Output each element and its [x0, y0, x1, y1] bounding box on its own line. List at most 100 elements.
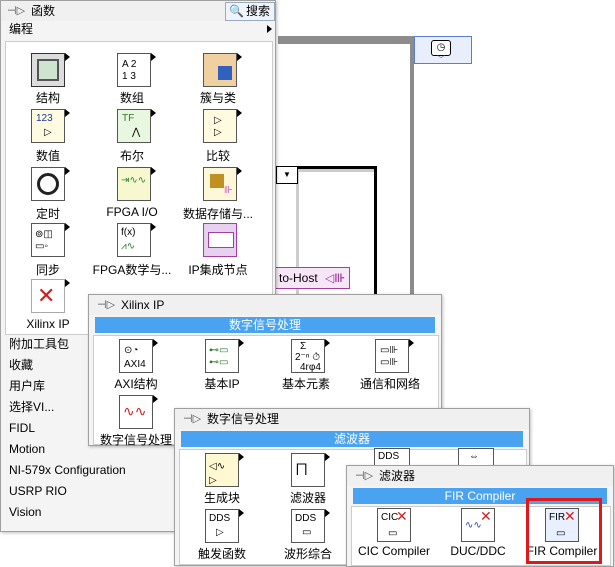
- generator-icon: ◁∿ ▷: [205, 453, 244, 487]
- palette-titlebar: ⊣▷ 滤波器: [347, 466, 613, 486]
- partial-tile-resample[interactable]: ⇔: [458, 448, 494, 465]
- basic-ip-icon: ⊷▭ ⊷▭: [205, 339, 244, 373]
- tile-xilinx-ip[interactable]: ✕ Xilinx IP: [3, 275, 93, 331]
- pin-icon[interactable]: ⊣▷: [355, 469, 373, 483]
- tile-synchronization[interactable]: ⊚◫ ▭◦ 同步: [3, 219, 93, 277]
- fifo-label: to-Host: [279, 271, 318, 285]
- tile-array[interactable]: A 21 3 数组: [87, 47, 177, 105]
- tile-duc-ddc[interactable]: ∿∿ ✕ DUC/DDC: [433, 504, 523, 560]
- timed-loop-node[interactable]: ◷ ﹀: [414, 36, 472, 64]
- boolean-icon: TF ⋀: [117, 109, 156, 143]
- palette-titlebar: ⊣▷ Xilinx IP: [89, 295, 441, 315]
- tile-comparison[interactable]: ▷ ▷ 比较: [173, 105, 263, 163]
- tile-label: 簇与类: [199, 91, 236, 105]
- palette-subheader: 数字信号处理: [95, 317, 435, 333]
- fifo-arrow-icon: ◁⊪: [325, 271, 346, 285]
- list-item-motion[interactable]: Motion: [9, 439, 45, 459]
- palette-title: 滤波器: [379, 469, 416, 483]
- list-item-fidl[interactable]: FIDL: [9, 418, 35, 438]
- list-item-favorites[interactable]: 收藏: [9, 355, 33, 375]
- list-item-user-libraries[interactable]: 用户库: [9, 376, 45, 396]
- tile-waveform-synthesis[interactable]: DDS ▭ 波形综合: [263, 505, 353, 561]
- tile-label: IP集成节点: [188, 263, 248, 277]
- tile-fpga-math[interactable]: f(x) ⩘∿ FPGA数学与...: [87, 219, 177, 277]
- tile-label: 数值: [35, 149, 60, 163]
- tile-label: 布尔: [119, 149, 144, 163]
- tile-label: 基本IP: [204, 377, 240, 391]
- axi-icon: ⊙◔ AXI4: [119, 339, 158, 373]
- data-storage-icon: ⊪: [203, 167, 242, 201]
- tile-cic-compiler[interactable]: CIC ✕ ▭ CIC Compiler: [349, 504, 439, 560]
- network-icon: ▭⊪ ▭⊪: [375, 339, 414, 373]
- partial-tile-dds[interactable]: DDS: [374, 448, 410, 465]
- tile-label: FPGA数学与...: [92, 263, 172, 277]
- cluster-icon: [203, 53, 242, 87]
- synchronization-icon: ⊚◫ ▭◦: [31, 223, 70, 257]
- search-label: 搜索: [246, 4, 271, 18]
- array-icon: A 21 3: [117, 53, 156, 87]
- category-programming[interactable]: 编程: [9, 21, 33, 37]
- tile-ip-integration-node[interactable]: IP集成节点: [173, 219, 263, 277]
- filter-response-icon: ⨅: [291, 453, 330, 487]
- pin-icon[interactable]: ⊣▷: [7, 4, 25, 18]
- palette-title: Xilinx IP: [121, 298, 165, 312]
- fifo-node[interactable]: to-Host ◁⊪: [272, 267, 350, 289]
- cic-compiler-icon: CIC ✕ ▭: [377, 508, 411, 542]
- tile-cluster-class[interactable]: 簇与类: [173, 47, 263, 105]
- list-item-ni579x[interactable]: NI-579x Configuration: [9, 460, 126, 480]
- tile-numeric[interactable]: 123 ▷ 数值: [3, 105, 93, 163]
- pin-icon[interactable]: ⊣▷: [183, 412, 201, 426]
- numeric-icon: 123 ▷: [31, 109, 70, 143]
- tile-filters[interactable]: ⨅ 滤波器: [263, 449, 353, 505]
- pin-icon[interactable]: ⊣▷: [97, 298, 115, 312]
- tile-label: 波形综合: [283, 547, 332, 561]
- palette-titlebar: ⊣▷ 数字信号处理: [175, 409, 529, 429]
- palette-subheader: 滤波器: [181, 431, 523, 447]
- list-item-select-vi[interactable]: 选择VI...: [9, 397, 54, 417]
- tile-axi[interactable]: ⊙◔ AXI4 AXI结构: [91, 335, 181, 391]
- submenu-arrow-icon: [267, 25, 272, 33]
- tile-timing[interactable]: 定时: [3, 163, 93, 221]
- tile-label: 通信和网络: [359, 377, 420, 391]
- tile-comm-network[interactable]: ▭⊪ ▭⊪ 通信和网络: [345, 335, 435, 391]
- tile-label: AXI结构: [114, 377, 158, 391]
- resample-icon: ⇔: [469, 451, 479, 462]
- tile-boolean[interactable]: TF ⋀ 布尔: [87, 105, 177, 163]
- tile-label: CIC Compiler: [357, 544, 430, 558]
- tile-label: 数组: [119, 91, 144, 105]
- tile-data-storage[interactable]: ⊪ 数据存储与...: [173, 163, 263, 221]
- tile-label: 生成块: [203, 491, 240, 505]
- palette-titlebar: ⊣▷ 函数 🔍 搜索: [1, 1, 275, 21]
- search-button[interactable]: 🔍 搜索: [225, 2, 275, 21]
- tile-fpga-io[interactable]: ⇥∿∿ FPGA I/O: [87, 163, 177, 219]
- tile-generators[interactable]: ◁∿ ▷ 生成块: [177, 449, 267, 505]
- tile-trigger[interactable]: DDS ▷ 触发函数: [177, 505, 267, 561]
- tile-label: FPGA I/O: [106, 205, 158, 219]
- dropdown-arrow[interactable]: ▼: [276, 166, 298, 184]
- palette-title: 数字信号处理: [207, 412, 280, 426]
- dsp-waveform-icon: ∿∿: [119, 395, 158, 429]
- tile-label: 触发函数: [197, 547, 246, 561]
- tile-structures[interactable]: 结构: [3, 47, 93, 105]
- list-item-usrp-rio[interactable]: USRP RIO: [9, 481, 67, 501]
- fpga-io-icon: ⇥∿∿: [117, 167, 156, 201]
- tile-label: DUC/DDC: [450, 544, 506, 558]
- tile-label: 数字信号处理: [99, 433, 172, 447]
- tile-dsp[interactable]: ∿∿ 数字信号处理: [91, 391, 181, 447]
- waveform-synthesis-icon: DDS ▭: [291, 509, 330, 543]
- list-item-addon-toolkits[interactable]: 附加工具包: [9, 334, 69, 354]
- tile-label: 结构: [35, 91, 60, 105]
- tile-label: 滤波器: [289, 491, 326, 505]
- list-item-vision[interactable]: Vision: [9, 502, 41, 522]
- structures-icon: [31, 53, 70, 87]
- tile-label: 比较: [205, 149, 230, 163]
- stopwatch-icon: [31, 167, 70, 201]
- search-icon: 🔍: [229, 4, 244, 18]
- chevron-down-icon: ﹀: [437, 55, 445, 64]
- tile-basic-ip[interactable]: ⊷▭ ⊷▭ 基本IP: [177, 335, 267, 391]
- tile-label: 基本元素: [281, 377, 330, 391]
- trigger-icon: DDS ▷: [205, 509, 244, 543]
- basic-elements-icon: Σ 2⁻ⁿ ⏱ 4rφ4: [291, 339, 330, 373]
- tile-basic-elements[interactable]: Σ 2⁻ⁿ ⏱ 4rφ4 基本元素: [261, 335, 351, 391]
- tile-label: Xilinx IP: [26, 317, 70, 331]
